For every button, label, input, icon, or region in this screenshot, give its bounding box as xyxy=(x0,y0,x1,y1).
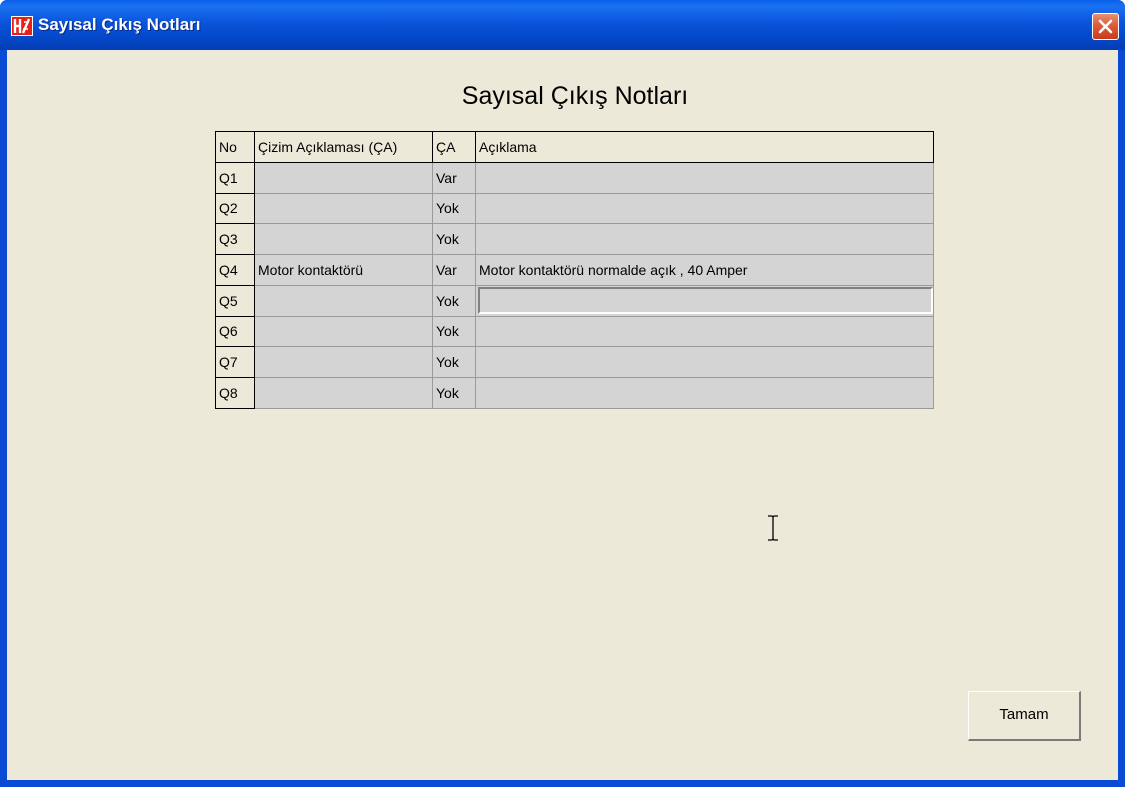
output-notes-table: No Çizim Açıklaması (ÇA) ÇA Açıklama Q1 … xyxy=(215,131,934,409)
row-number: Q5 xyxy=(215,284,255,317)
drawing-description-cell[interactable] xyxy=(254,223,433,256)
row-number: Q1 xyxy=(215,161,255,194)
title-bar[interactable]: Sayısal Çıkış Notları xyxy=(0,0,1125,50)
row-number: Q2 xyxy=(215,192,255,225)
drawing-description-cell[interactable] xyxy=(254,377,433,409)
row-number: Q7 xyxy=(215,346,255,379)
column-header-ca[interactable]: ÇA xyxy=(432,131,476,163)
row-number: Q3 xyxy=(215,223,255,256)
description-cell-editing[interactable] xyxy=(475,284,934,317)
description-cell[interactable] xyxy=(475,192,934,225)
table-row: Q5 Yok xyxy=(215,284,934,317)
row-number: Q4 xyxy=(215,254,255,286)
table-row: Q8 Yok xyxy=(215,377,934,409)
column-header-drawing-description[interactable]: Çizim Açıklaması (ÇA) xyxy=(254,131,433,163)
drawing-description-cell[interactable] xyxy=(254,284,433,317)
drawing-description-cell[interactable] xyxy=(254,161,433,194)
row-number: Q8 xyxy=(215,377,255,409)
window-title: Sayısal Çıkış Notları xyxy=(38,15,201,34)
drawing-description-cell[interactable] xyxy=(254,315,433,348)
drawing-description-cell[interactable] xyxy=(254,192,433,225)
table-row: Q1 Var xyxy=(215,161,934,194)
drawing-description-cell[interactable] xyxy=(254,346,433,379)
row-number: Q6 xyxy=(215,315,255,348)
table-row: Q3 Yok xyxy=(215,223,934,256)
table-row: Q6 Yok xyxy=(215,315,934,348)
description-cell[interactable] xyxy=(475,346,934,379)
table-header-row: No Çizim Açıklaması (ÇA) ÇA Açıklama xyxy=(215,131,934,163)
ca-cell[interactable]: Yok xyxy=(432,192,476,225)
description-cell[interactable] xyxy=(475,161,934,194)
table-row: Q2 Yok xyxy=(215,192,934,225)
ca-cell[interactable]: Var xyxy=(432,161,476,194)
description-cell[interactable] xyxy=(475,377,934,409)
close-icon xyxy=(1098,19,1113,34)
description-cell[interactable] xyxy=(475,315,934,348)
description-cell[interactable] xyxy=(475,223,934,256)
ca-cell[interactable]: Var xyxy=(432,254,476,286)
ca-cell[interactable]: Yok xyxy=(432,223,476,256)
text-cursor-icon xyxy=(766,515,780,546)
ca-cell[interactable]: Yok xyxy=(432,315,476,348)
description-cell[interactable]: Motor kontaktörü normalde açık , 40 Ampe… xyxy=(475,254,934,286)
app-logo-icon xyxy=(11,16,33,36)
column-header-no[interactable]: No xyxy=(215,131,255,163)
table-row: Q4 Motor kontaktörü Var Motor kontaktörü… xyxy=(215,254,934,286)
ca-cell[interactable]: Yok xyxy=(432,346,476,379)
close-button[interactable] xyxy=(1092,13,1119,40)
ca-cell[interactable]: Yok xyxy=(432,377,476,409)
table-row: Q7 Yok xyxy=(215,346,934,379)
page-title: Sayısal Çıkış Notları xyxy=(461,82,689,110)
ok-button[interactable]: Tamam xyxy=(968,691,1081,741)
description-edit-input[interactable] xyxy=(478,287,933,315)
ca-cell[interactable]: Yok xyxy=(432,284,476,317)
dialog-window: Sayısal Çıkış Notları Sayısal Çıkış Notl… xyxy=(0,0,1125,787)
dialog-client-area: Sayısal Çıkış Notları No Çizim Açıklamas… xyxy=(7,50,1118,780)
column-header-description[interactable]: Açıklama xyxy=(475,131,934,163)
drawing-description-cell[interactable]: Motor kontaktörü xyxy=(254,254,433,286)
